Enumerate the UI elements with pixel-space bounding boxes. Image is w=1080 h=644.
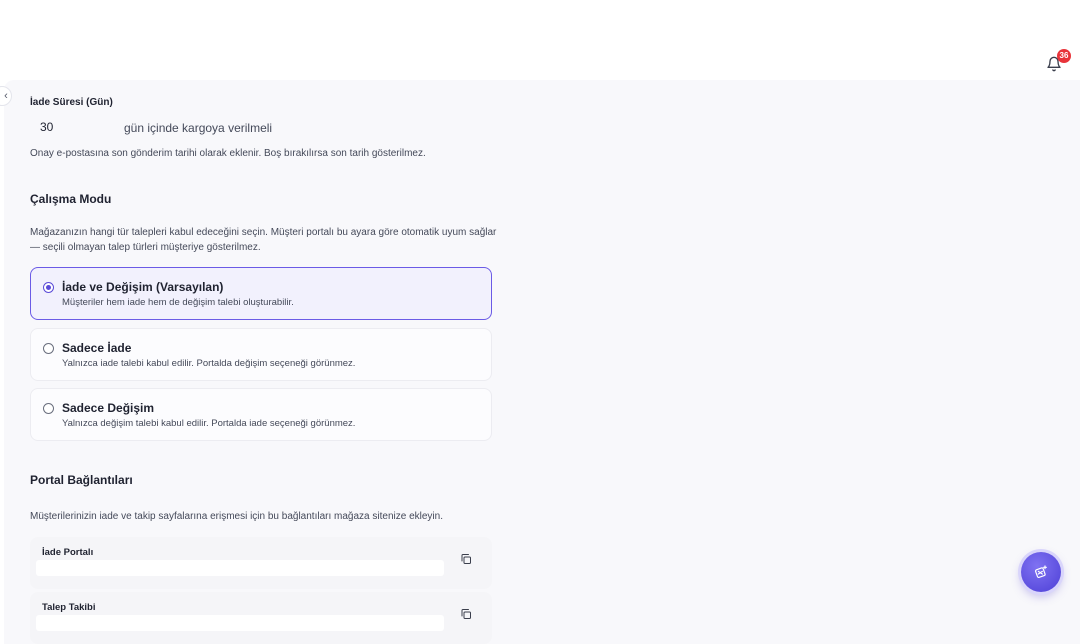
copy-icon — [461, 554, 471, 564]
radio-unselected[interactable] — [43, 403, 54, 414]
request-tracking-url-field[interactable] — [36, 615, 444, 631]
return-period-label: İade Süresi (Gün) — [30, 97, 113, 108]
notification-count-badge: 36 — [1057, 49, 1071, 63]
work-mode-description: Mağazanızın hangi tür talepleri kabul ed… — [30, 227, 497, 253]
portal-links-title: Portal Bağlantıları — [30, 473, 133, 487]
return-portal-url-field[interactable] — [36, 560, 444, 576]
mode-option-title: İade ve Değişim (Varsayılan) — [62, 280, 224, 294]
radio-unselected[interactable] — [43, 343, 54, 354]
return-period-help: Onay e-postasına son gönderim tarihi ola… — [30, 148, 426, 159]
chevron-left-icon: ‹ — [4, 90, 8, 102]
mode-option-title: Sadece Değişim — [62, 401, 155, 415]
mode-option-description: Yalnızca iade talebi kabul edilir. Porta… — [62, 358, 356, 369]
return-period-suffix: gün içinde kargoya verilmeli — [124, 121, 273, 135]
link-label: İade Portalı — [42, 547, 94, 558]
mode-option-exchange-only[interactable]: Sadece Değişim Yalnızca değişim talebi k… — [30, 388, 492, 441]
mode-option-return-only[interactable]: Sadece İade Yalnızca iade talebi kabul e… — [30, 328, 492, 381]
assistant-fab-button[interactable] — [1021, 552, 1061, 592]
copy-icon — [461, 609, 471, 619]
radio-selected[interactable] — [43, 282, 54, 293]
mode-option-description: Müşteriler hem iade hem de değişim taleb… — [62, 297, 294, 308]
portal-links-description: Müşterilerinizin iade ve takip sayfaları… — [30, 511, 443, 522]
mode-option-return-and-exchange[interactable]: İade ve Değişim (Varsayılan) Müşteriler … — [30, 267, 492, 320]
copy-request-tracking-button[interactable] — [460, 608, 472, 620]
request-tracking-link-card: Talep Takibi — [30, 592, 492, 644]
return-period-input[interactable] — [30, 115, 118, 139]
work-mode-title: Çalışma Modu — [30, 192, 112, 206]
sparkle-grid-icon — [1034, 565, 1047, 579]
mode-option-description: Yalnızca değişim talebi kabul edilir. Po… — [62, 418, 356, 429]
mode-option-title: Sadece İade — [62, 341, 132, 355]
top-bar: 36 — [0, 0, 1080, 80]
link-label: Talep Takibi — [42, 602, 96, 613]
copy-return-portal-button[interactable] — [460, 553, 472, 565]
return-portal-link-card: İade Portalı — [30, 537, 492, 589]
